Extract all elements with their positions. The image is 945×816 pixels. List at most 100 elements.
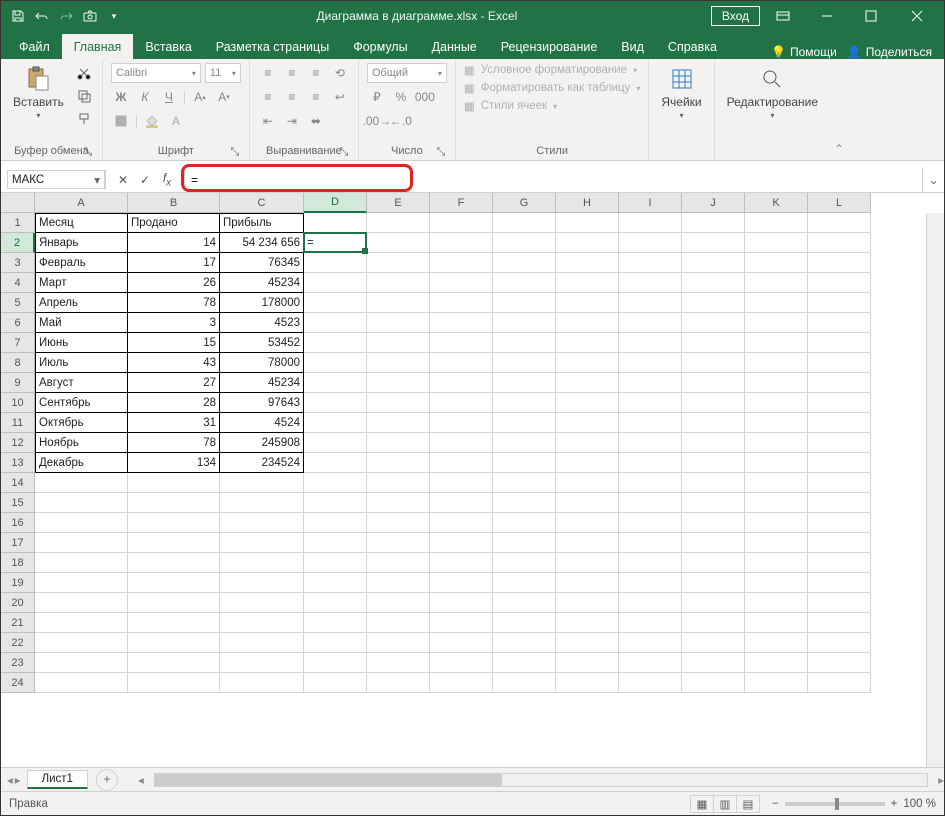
- cell[interactable]: 43: [128, 353, 220, 373]
- cell[interactable]: [367, 513, 430, 533]
- share-button[interactable]: 👤Поделиться: [847, 45, 932, 59]
- cell[interactable]: [682, 493, 745, 513]
- cell[interactable]: [304, 673, 367, 693]
- cell[interactable]: [304, 333, 367, 353]
- cell[interactable]: [367, 353, 430, 373]
- currency-icon[interactable]: ₽: [367, 87, 387, 107]
- cell[interactable]: [682, 213, 745, 233]
- dialog-launcher-icon[interactable]: ⤡: [229, 146, 241, 158]
- shrink-font-icon[interactable]: A▾: [214, 87, 234, 107]
- cell[interactable]: [808, 373, 871, 393]
- column-header[interactable]: D: [304, 193, 367, 213]
- cell[interactable]: [556, 213, 619, 233]
- view-page-layout-icon[interactable]: ▥: [713, 795, 737, 813]
- cell[interactable]: [430, 673, 493, 693]
- row-header[interactable]: 3: [1, 253, 35, 273]
- cell[interactable]: [556, 313, 619, 333]
- cell[interactable]: [808, 413, 871, 433]
- cell[interactable]: [35, 633, 128, 653]
- ribbon-options-icon[interactable]: [762, 1, 804, 31]
- increase-decimal-icon[interactable]: .00→: [367, 111, 387, 131]
- cell[interactable]: [367, 433, 430, 453]
- font-size-combo[interactable]: 11▾: [205, 63, 241, 83]
- cell[interactable]: [128, 473, 220, 493]
- cell[interactable]: [556, 393, 619, 413]
- column-header[interactable]: L: [808, 193, 871, 213]
- cell[interactable]: [367, 573, 430, 593]
- cell[interactable]: [745, 593, 808, 613]
- format-as-table-button[interactable]: ▦Форматировать как таблицу▾: [464, 81, 641, 95]
- cell[interactable]: [619, 653, 682, 673]
- cell[interactable]: [808, 553, 871, 573]
- cell[interactable]: [745, 453, 808, 473]
- formula-input[interactable]: [185, 173, 922, 187]
- cell[interactable]: [367, 633, 430, 653]
- row-header[interactable]: 13: [1, 453, 35, 473]
- cell[interactable]: [619, 673, 682, 693]
- column-header[interactable]: K: [745, 193, 808, 213]
- cell[interactable]: [682, 373, 745, 393]
- cell[interactable]: [430, 333, 493, 353]
- cell[interactable]: [682, 553, 745, 573]
- cell[interactable]: [430, 353, 493, 373]
- cell[interactable]: [745, 573, 808, 593]
- zoom-out-icon[interactable]: −: [772, 798, 779, 810]
- cell[interactable]: 4523: [220, 313, 304, 333]
- cell[interactable]: [493, 293, 556, 313]
- cell[interactable]: [556, 433, 619, 453]
- enter-formula-icon[interactable]: ✓: [136, 173, 154, 187]
- cell[interactable]: [304, 553, 367, 573]
- cell[interactable]: =: [304, 233, 367, 253]
- cell[interactable]: [619, 273, 682, 293]
- tab-home[interactable]: Главная: [62, 34, 134, 59]
- row-header[interactable]: 17: [1, 533, 35, 553]
- bold-button[interactable]: Ж: [111, 87, 131, 107]
- cell[interactable]: [682, 633, 745, 653]
- cell[interactable]: [682, 453, 745, 473]
- cell[interactable]: [367, 553, 430, 573]
- cell[interactable]: [556, 453, 619, 473]
- italic-button[interactable]: К: [135, 87, 155, 107]
- view-page-break-icon[interactable]: ▤: [736, 795, 760, 813]
- cell[interactable]: Прибыль: [220, 213, 304, 233]
- cell[interactable]: [619, 293, 682, 313]
- cell[interactable]: [619, 533, 682, 553]
- cell[interactable]: [556, 373, 619, 393]
- cell[interactable]: [493, 213, 556, 233]
- cell[interactable]: [808, 473, 871, 493]
- cell[interactable]: 4524: [220, 413, 304, 433]
- cell[interactable]: [745, 473, 808, 493]
- cell[interactable]: [619, 573, 682, 593]
- cell[interactable]: [304, 633, 367, 653]
- cell[interactable]: [619, 373, 682, 393]
- underline-button[interactable]: Ч: [159, 87, 179, 107]
- cell[interactable]: [430, 573, 493, 593]
- cell[interactable]: [367, 613, 430, 633]
- cell[interactable]: [808, 233, 871, 253]
- expand-formula-bar-icon[interactable]: ⌄: [922, 167, 944, 192]
- cell[interactable]: [745, 313, 808, 333]
- cell[interactable]: [367, 653, 430, 673]
- row-header[interactable]: 9: [1, 373, 35, 393]
- cell[interactable]: [128, 533, 220, 553]
- close-button[interactable]: [894, 1, 940, 31]
- cell[interactable]: [430, 293, 493, 313]
- tab-file[interactable]: Файл: [7, 34, 62, 59]
- cell[interactable]: [682, 433, 745, 453]
- cell[interactable]: [430, 313, 493, 333]
- cell[interactable]: [745, 493, 808, 513]
- column-header[interactable]: B: [128, 193, 220, 213]
- cell[interactable]: Июль: [35, 353, 128, 373]
- comma-icon[interactable]: 000: [415, 87, 435, 107]
- cell[interactable]: [128, 573, 220, 593]
- cells-button[interactable]: Ячейки ▾: [657, 63, 705, 122]
- cell[interactable]: [128, 633, 220, 653]
- cell[interactable]: [367, 253, 430, 273]
- cell[interactable]: [619, 553, 682, 573]
- cell[interactable]: [493, 593, 556, 613]
- percent-icon[interactable]: %: [391, 87, 411, 107]
- conditional-formatting-button[interactable]: ▦Условное форматирование▾: [464, 63, 641, 77]
- cell[interactable]: [493, 633, 556, 653]
- cell[interactable]: [619, 593, 682, 613]
- cell[interactable]: [745, 293, 808, 313]
